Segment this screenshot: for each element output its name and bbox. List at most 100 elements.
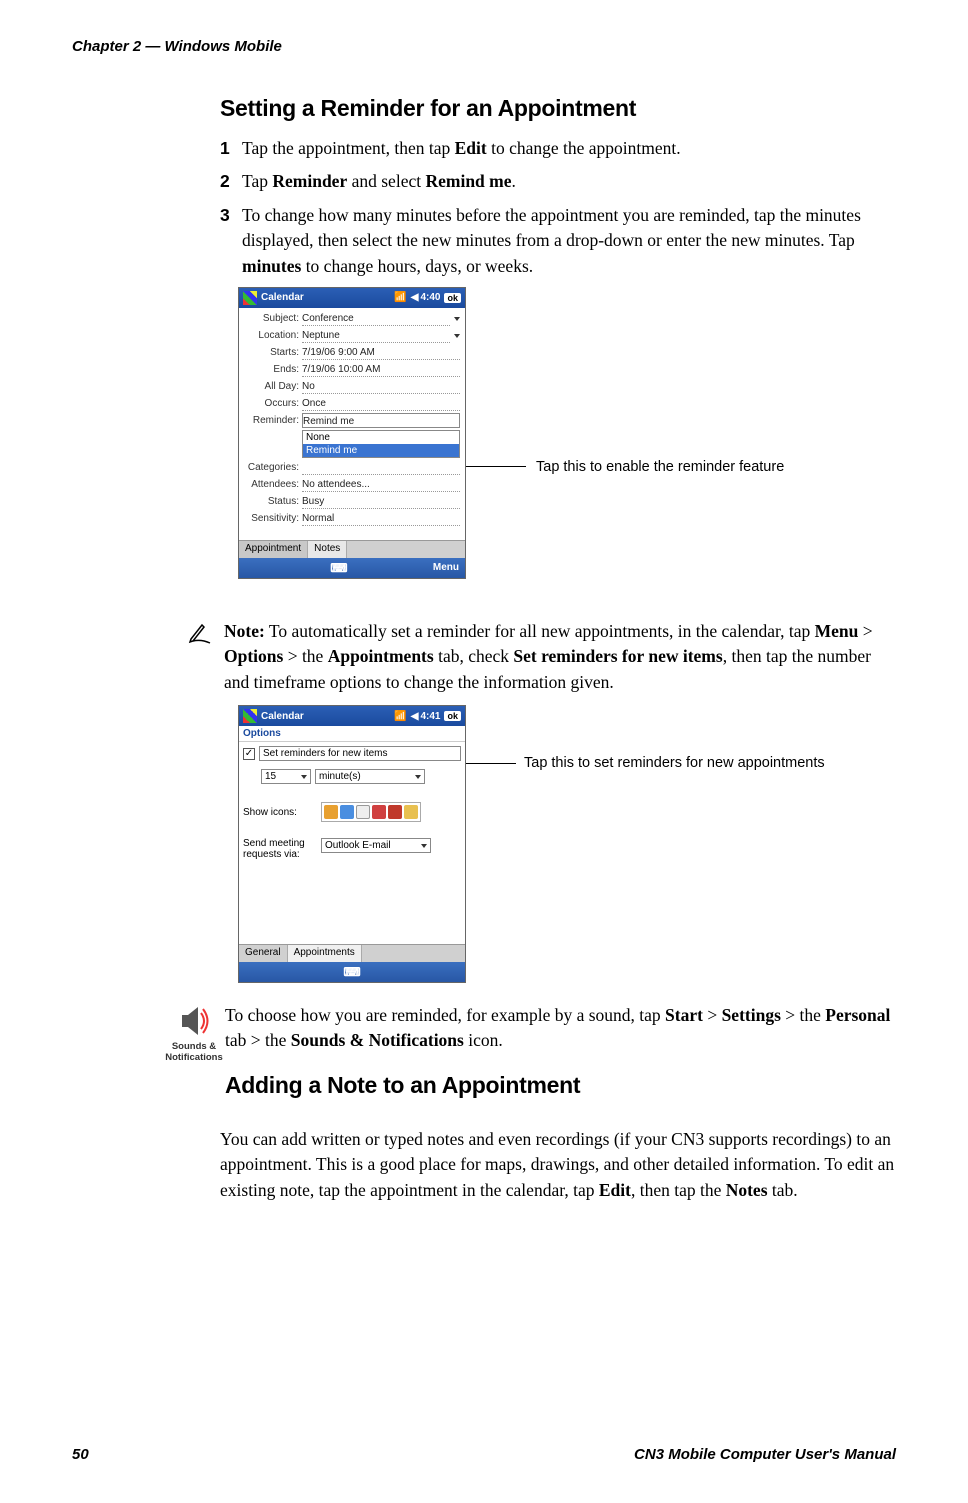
show-icons-row: Show icons: [239, 798, 465, 826]
ends-label: Ends: [244, 364, 302, 375]
bold: Appointments [328, 646, 434, 666]
wm-title-text: Calendar [261, 711, 304, 722]
allday-field[interactable]: No [302, 379, 460, 394]
signal-icon: 📶 [394, 711, 406, 722]
location-icon[interactable] [372, 805, 386, 819]
bold: Set reminders for new items [513, 646, 722, 666]
bell-icon[interactable] [324, 805, 338, 819]
bold: Options [224, 646, 283, 666]
attendees-field[interactable]: No attendees... [302, 477, 460, 492]
reminder-number-select[interactable]: 15 [261, 769, 311, 784]
options-header: Options [239, 726, 465, 742]
recur-icon[interactable] [340, 805, 354, 819]
note-mini-icon[interactable] [356, 805, 370, 819]
categories-field[interactable] [302, 460, 460, 475]
text: > the [283, 646, 327, 666]
attendee-icon[interactable] [388, 805, 402, 819]
callout-line [466, 763, 516, 764]
tab-notes[interactable]: Notes [308, 541, 347, 558]
wm-time: 4:40 [420, 292, 440, 303]
reminder-unit-select[interactable]: minute(s) [315, 769, 425, 784]
status-label: Status: [244, 496, 302, 507]
chapter-header: Chapter 2 — Windows Mobile [72, 38, 282, 55]
bold: minutes [242, 256, 301, 276]
sounds-body: To choose how you are reminded, for exam… [225, 1003, 900, 1113]
bold: Edit [599, 1180, 631, 1200]
step-num: 3 [220, 203, 242, 279]
bold: Settings [722, 1005, 781, 1025]
note-label: Note: [224, 621, 265, 641]
sounds-paragraph: To choose how you are reminded, for exam… [225, 1003, 900, 1054]
ok-button[interactable]: ok [444, 711, 461, 721]
sounds-block: Sounds & Notifications To choose how you… [165, 1003, 900, 1113]
wm-bottombar: ⌨ [239, 962, 465, 982]
screenshot-1-block: Calendar 📶 ◀ 4:40 ok Subject:Conference … [238, 287, 900, 579]
text: > [858, 621, 872, 641]
send-meeting-row: Send meeting requests via: Outlook E-mai… [239, 834, 465, 864]
step-num: 1 [220, 136, 242, 161]
text: Tap [242, 171, 272, 191]
occurs-label: Occurs: [244, 398, 302, 409]
occurs-field[interactable]: Once [302, 396, 460, 411]
ends-field[interactable]: 7/19/06 10:00 AM [302, 362, 460, 377]
signal-icon: 📶 [394, 292, 406, 303]
reminder-field[interactable]: Remind me [302, 413, 460, 428]
set-reminders-row: ✓ Set reminders for new items [239, 742, 465, 765]
reminder-time-row: 15 minute(s) [239, 765, 465, 788]
categories-label: Categories: [244, 462, 302, 473]
text: To choose how you are reminded, for exam… [225, 1005, 665, 1025]
send-via-select[interactable]: Outlook E-mail [321, 838, 431, 853]
subject-label: Subject: [244, 313, 302, 324]
step-2: 2 Tap Reminder and select Remind me. [220, 169, 900, 194]
text: To change how many minutes before the ap… [242, 205, 861, 250]
wm-title-text: Calendar [261, 292, 304, 303]
show-icons-toolbar [321, 802, 421, 822]
step-3: 3 To change how many minutes before the … [220, 203, 900, 279]
private-icon[interactable] [404, 805, 418, 819]
send-meeting-label: Send meeting requests via: [243, 838, 317, 860]
dropdown-icon[interactable] [454, 317, 460, 321]
bold: Remind me [425, 171, 511, 191]
step-num: 2 [220, 169, 242, 194]
text: tab. [768, 1180, 798, 1200]
wm-titlebar: Calendar 📶 ◀ 4:41 ok [239, 706, 465, 726]
callout-text: Tap this to set reminders for new appoin… [524, 755, 825, 771]
text: , then tap the [631, 1180, 726, 1200]
reminder-option-remindme[interactable]: Remind me [303, 444, 459, 457]
menu-button[interactable]: Menu [433, 562, 459, 573]
status-field[interactable]: Busy [302, 494, 460, 509]
allday-label: All Day: [244, 381, 302, 392]
callout-line [466, 466, 526, 467]
location-field[interactable]: Neptune [302, 328, 450, 343]
dropdown-icon[interactable] [454, 334, 460, 338]
ok-button[interactable]: ok [444, 293, 461, 303]
calendar-options-screenshot: Calendar 📶 ◀ 4:41 ok Options ✓ Set remin… [238, 705, 466, 983]
step-text: To change how many minutes before the ap… [242, 203, 900, 279]
bold: Menu [815, 621, 859, 641]
keyboard-icon[interactable]: ⌨ [343, 965, 360, 979]
set-reminders-checkbox[interactable]: ✓ [243, 748, 255, 760]
starts-field[interactable]: 7/19/06 9:00 AM [302, 345, 460, 360]
reminder-option-none[interactable]: None [303, 431, 459, 444]
tab-appointments[interactable]: Appointments [288, 945, 362, 962]
step-1: 1 Tap the appointment, then tap Edit to … [220, 136, 900, 161]
section1-title: Setting a Reminder for an Appointment [220, 95, 900, 122]
start-flag-icon[interactable] [243, 291, 257, 305]
sounds-icon-column: Sounds & Notifications [165, 1003, 223, 1113]
tab-appointment[interactable]: Appointment [239, 541, 308, 558]
subject-field[interactable]: Conference [302, 311, 450, 326]
wm-bottombar: ⌨ Menu [239, 558, 465, 578]
wm-tabs: General Appointments [239, 944, 465, 962]
screenshot-2-block: Calendar 📶 ◀ 4:41 ok Options ✓ Set remin… [238, 705, 900, 983]
callout-text: Tap this to enable the reminder feature [536, 459, 784, 475]
note-text: Note: To automatically set a reminder fo… [224, 619, 900, 695]
text: To automatically set a reminder for all … [265, 621, 815, 641]
keyboard-icon[interactable]: ⌨ [330, 561, 347, 575]
bold: Notes [726, 1180, 768, 1200]
sensitivity-field[interactable]: Normal [302, 511, 460, 526]
sounds-icon-label: Sounds & Notifications [165, 1041, 223, 1063]
bold: Reminder [272, 171, 347, 191]
text: to change hours, days, or weeks. [301, 256, 533, 276]
start-flag-icon[interactable] [243, 709, 257, 723]
tab-general[interactable]: General [239, 945, 288, 962]
